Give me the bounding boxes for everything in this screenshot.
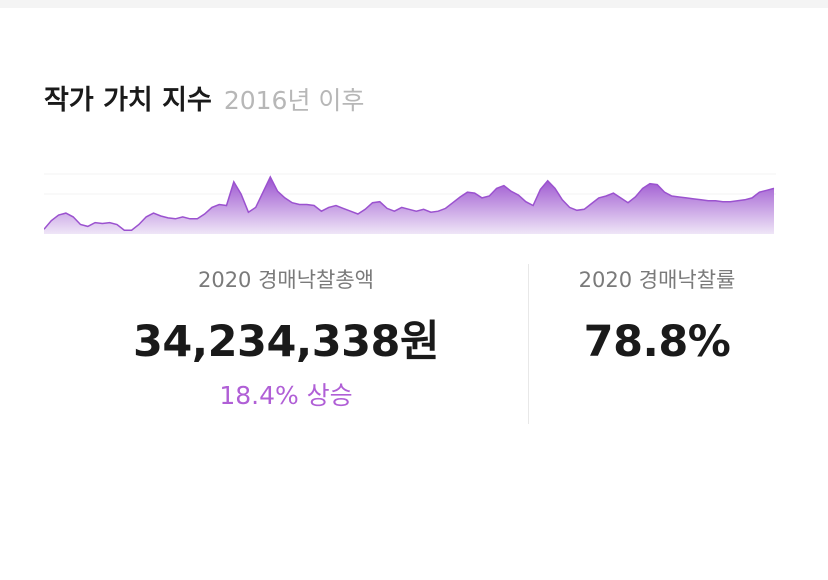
card-title: 작가 가치 지수 xyxy=(44,85,212,116)
auction-rate-label: 2020 경매낙찰률 xyxy=(578,268,736,292)
card-header: 작가 가치 지수 2016년 이후 xyxy=(44,78,364,117)
stat-divider xyxy=(528,264,529,424)
auction-rate-stat: 2020 경매낙찰률 78.8% xyxy=(530,266,784,368)
chart-area xyxy=(44,177,774,234)
total-auction-change: 18.4% 상승 xyxy=(219,381,353,410)
value-index-chart xyxy=(44,173,776,234)
top-strip xyxy=(0,0,828,8)
auction-rate-value: 78.8% xyxy=(583,317,731,367)
total-auction-label: 2020 경매낙찰총액 xyxy=(197,268,375,292)
card-subtitle: 2016년 이후 xyxy=(223,86,365,115)
total-auction-stat: 2020 경매낙찰총액 34,234,338원 18.4% 상승 xyxy=(44,266,528,412)
total-auction-value: 34,234,338원 xyxy=(132,317,440,367)
